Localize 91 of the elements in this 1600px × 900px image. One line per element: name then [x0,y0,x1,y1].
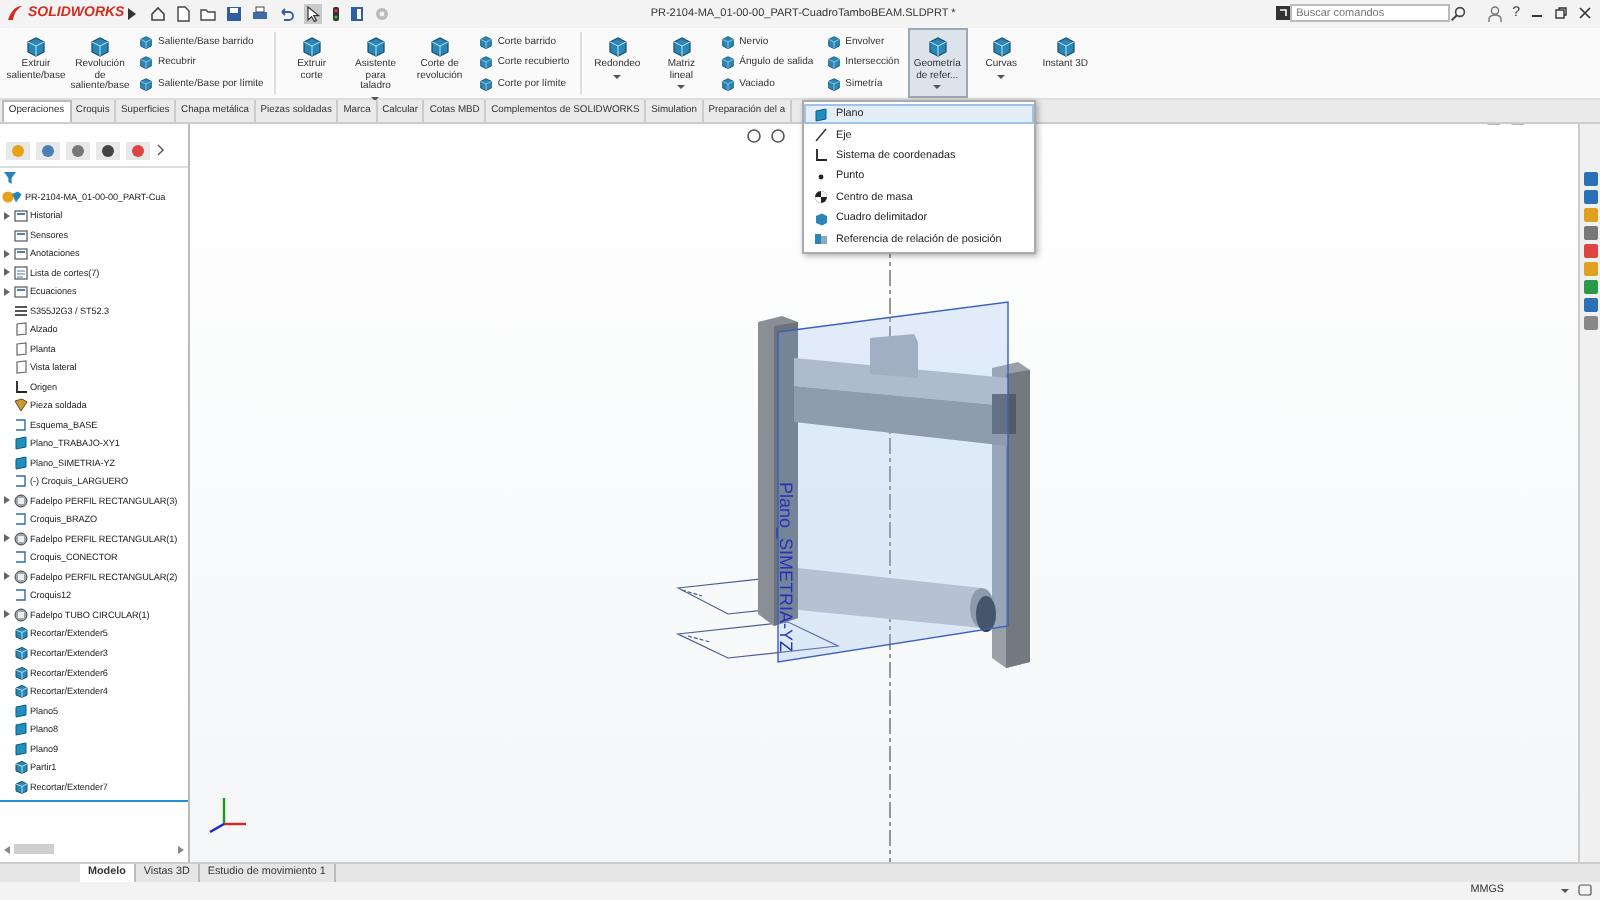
line-icon [814,128,828,143]
cube-icon [1053,33,1078,58]
cube-icon [13,626,27,641]
cube-icon [719,34,736,51]
axes-icon [814,148,828,163]
sketch-icon [13,550,27,565]
sketch-icon [13,588,27,603]
expand-icon[interactable] [3,610,9,619]
cube-icon [13,646,27,660]
user-icon[interactable] [1488,5,1503,22]
configuration-tab[interactable] [66,141,90,160]
plane-icon [814,107,828,122]
folder-icon [13,208,27,223]
logo-icon [6,4,24,23]
cube-icon [669,33,694,58]
cube-icon [13,684,27,699]
caret-icon [1560,887,1570,894]
expand-icon[interactable] [3,211,9,220]
target-tab[interactable] [96,141,120,160]
chevron-icon[interactable] [156,144,164,157]
expand-icon[interactable] [3,534,9,543]
cube-icon [605,33,630,58]
cube-icon [989,33,1014,58]
pointer-icon[interactable] [306,5,320,22]
panel-icon[interactable] [350,5,364,22]
cube-icon [825,75,842,92]
cube-icon [88,33,112,58]
profile-icon [13,531,27,546]
sketch-icon [13,417,27,432]
folder-icon [13,227,27,242]
folder-icon [13,246,27,261]
cube-icon [299,33,324,58]
profile-icon [13,607,27,622]
restore-icon[interactable] [1554,6,1568,21]
plane-label: Plano_SIMETRIA-YZ [776,481,797,652]
cube-icon [477,54,494,71]
undo-icon[interactable] [278,5,294,22]
list-icon [13,265,27,280]
cube-icon [719,54,736,71]
cube-icon [925,33,950,58]
cube-icon [363,33,388,58]
profile-icon [13,569,27,584]
folder-icon [13,284,27,299]
document-icon[interactable] [176,5,190,22]
cube-icon [477,75,494,92]
scroll-left-icon[interactable] [4,845,10,854]
cube-icon [138,54,154,71]
expand-icon[interactable] [128,7,137,20]
triad-icon [209,797,247,833]
scrollbar-thumb[interactable] [14,844,54,855]
profile-icon [13,493,27,508]
cube-icon [825,34,842,51]
mass-icon [814,190,828,205]
bars-icon [13,303,27,318]
folder-icon[interactable] [200,5,216,22]
cube-icon [138,34,154,51]
cube-icon [13,760,27,775]
cube-icon [13,665,27,680]
command-icon [1276,6,1291,21]
property-tab[interactable] [36,141,60,160]
sketch-icon [13,512,27,527]
beam-icon [13,398,27,413]
chat-icon[interactable] [1578,883,1592,898]
cube-icon [477,34,494,51]
appearance-tab[interactable] [126,141,150,160]
expand-icon[interactable] [3,287,9,296]
search-icon[interactable] [1450,5,1467,22]
cube-icon [138,75,154,92]
box-icon [814,211,828,226]
part-icon [2,189,22,204]
expand-icon[interactable] [3,496,9,505]
point-icon [814,169,828,184]
expand-icon[interactable] [3,268,9,277]
cube-icon [825,54,842,71]
expand-icon[interactable] [3,572,9,581]
cube-icon [24,33,48,58]
close-icon[interactable] [1578,6,1592,21]
axes-icon [13,379,27,394]
sketch-icon [13,474,27,489]
expand-icon[interactable] [3,249,9,258]
scroll-right-icon[interactable] [178,845,185,854]
cube-icon [719,75,736,92]
home-icon[interactable] [150,5,166,22]
mate-icon [814,232,828,247]
cube-icon [13,779,27,794]
traffic-light-icon[interactable] [332,5,340,22]
save-icon[interactable] [226,5,242,22]
heads-up-toolbar[interactable] [747,128,785,143]
print-icon[interactable] [252,5,268,22]
cube-icon [427,33,452,58]
filter-icon [4,171,16,184]
